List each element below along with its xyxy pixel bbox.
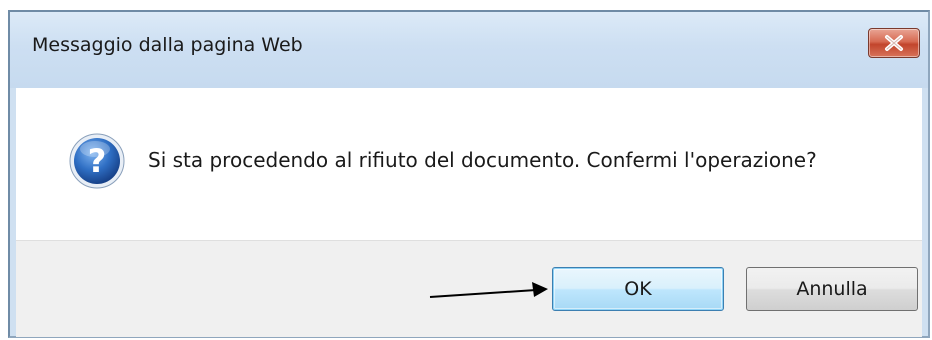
close-button[interactable] [868, 28, 920, 58]
dialog-footer: OK Annulla [16, 240, 922, 337]
dialog-title: Messaggio dalla pagina Web [32, 34, 303, 56]
ok-button[interactable]: OK [552, 267, 724, 311]
svg-text:?: ? [88, 142, 107, 180]
close-icon [885, 35, 903, 51]
dialog-message: Si sta procedendo al rifiuto del documen… [148, 148, 817, 172]
question-icon: ? [69, 133, 125, 189]
title-bar: Messaggio dalla pagina Web [10, 12, 928, 88]
dialog-content: ? Si sta procedendo al rifiuto del docum… [16, 88, 922, 240]
cancel-button[interactable]: Annulla [746, 267, 918, 311]
message-dialog: Messaggio dalla pagina Web ? Si sta proc… [8, 10, 930, 338]
